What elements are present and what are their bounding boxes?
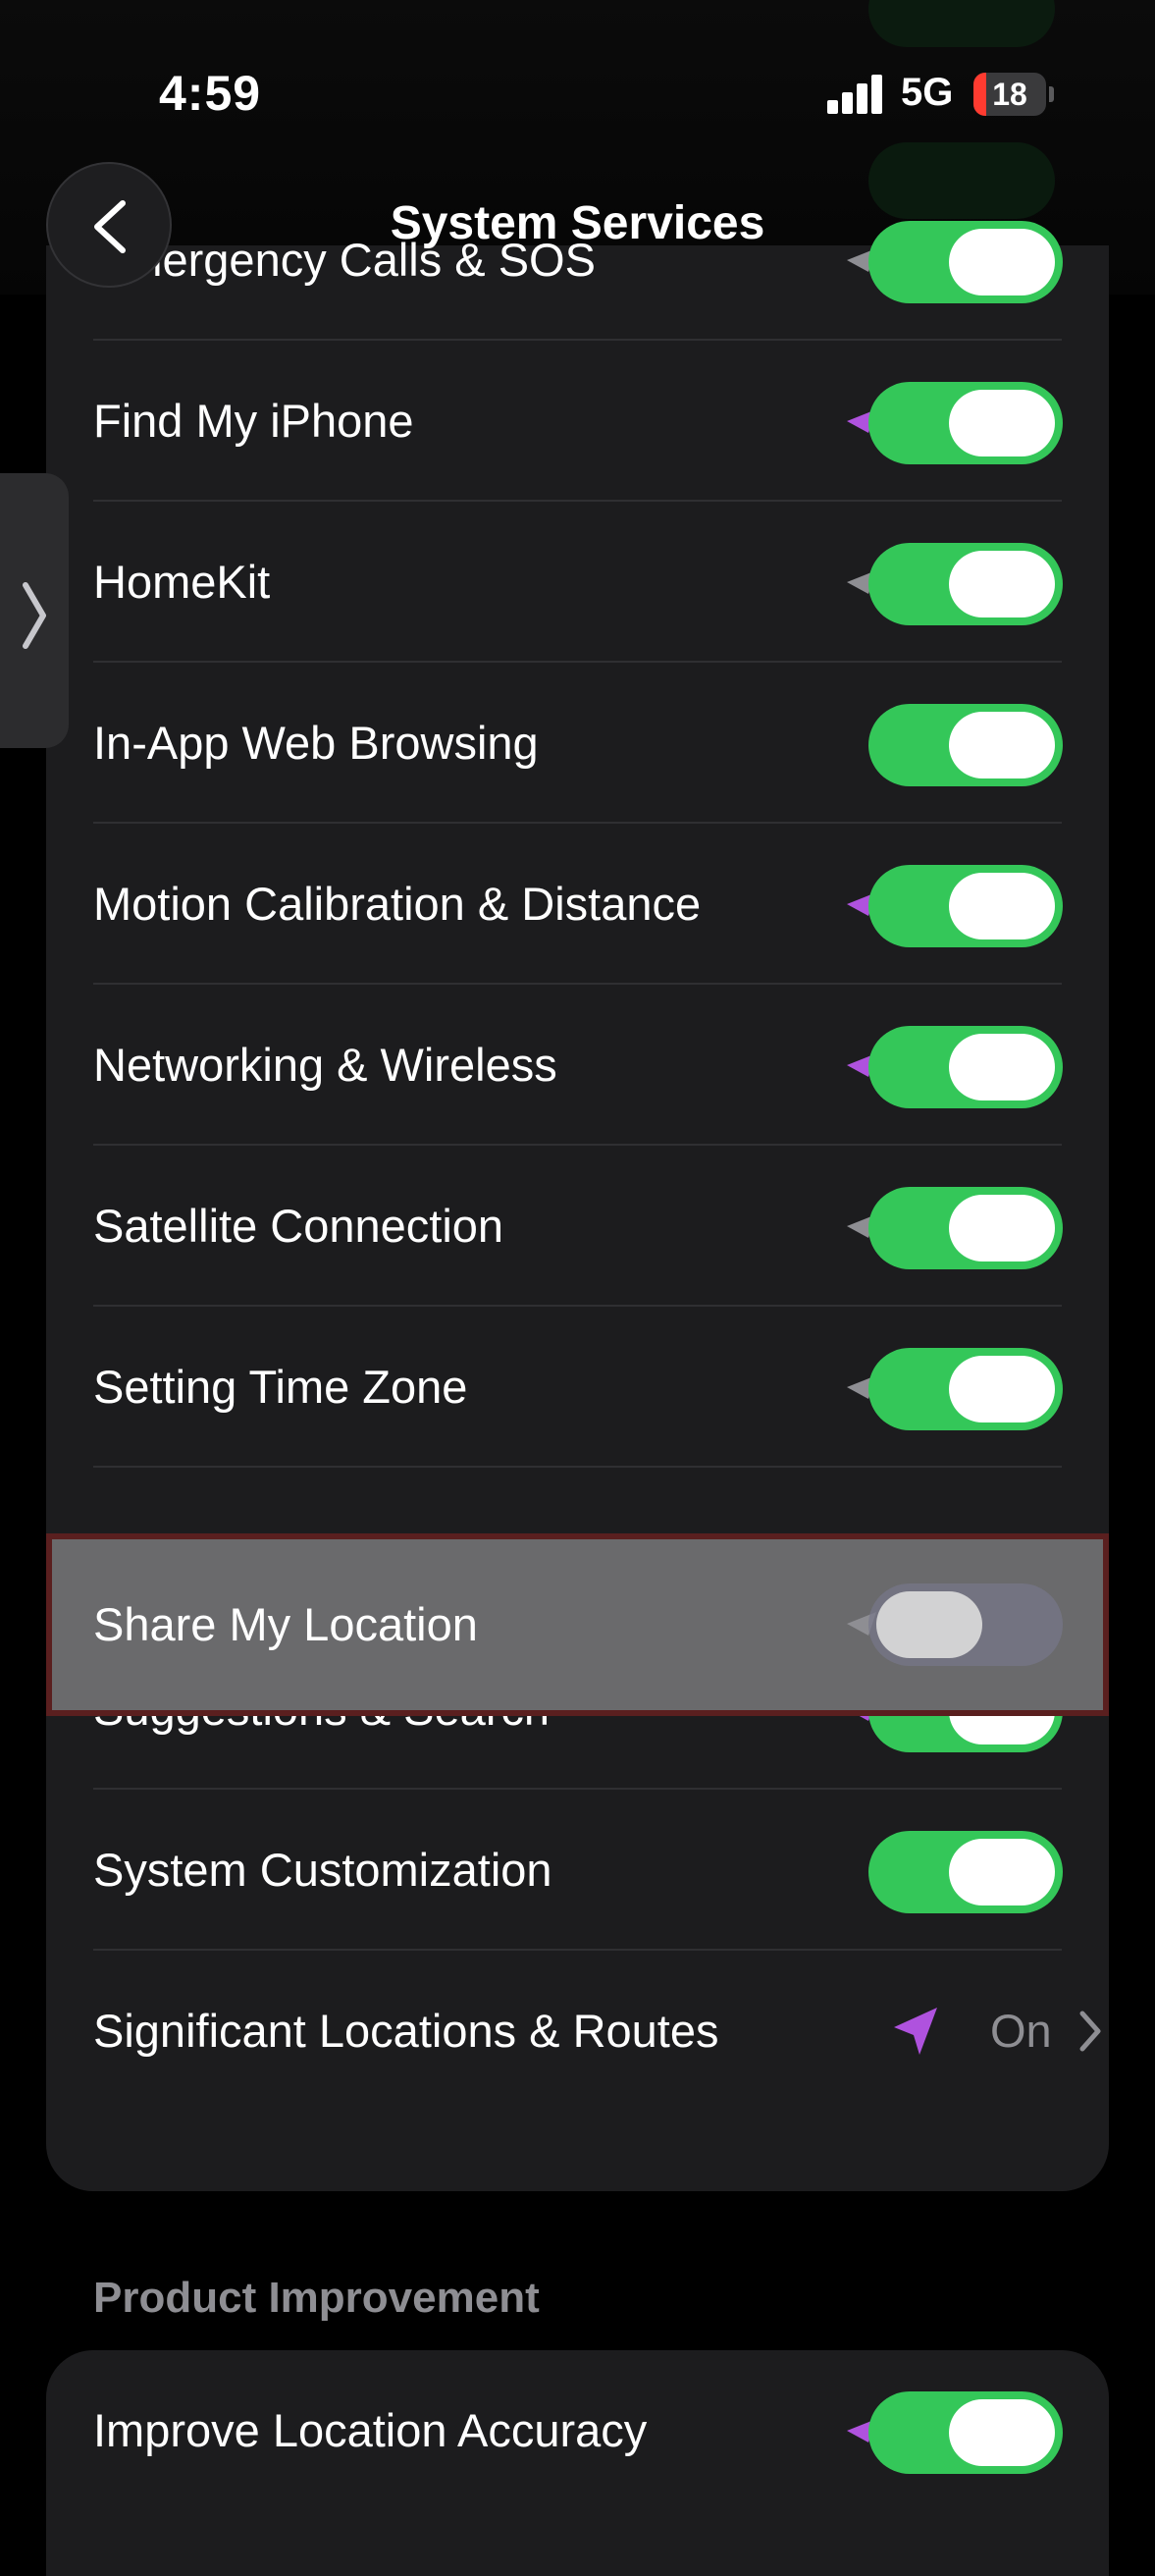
page-title: System Services	[390, 197, 765, 249]
row-label: Motion Calibration & Distance	[93, 878, 702, 930]
toggle-knob	[949, 1356, 1055, 1422]
chevron-right-icon	[23, 582, 46, 649]
toggle-knob	[949, 2399, 1055, 2466]
row-label: Setting Time Zone	[93, 1361, 468, 1413]
back-button[interactable]	[46, 162, 172, 288]
chevron-right-icon	[1079, 2011, 1101, 2052]
toggle-in-app-web-browsing[interactable]	[868, 704, 1063, 786]
toggle-networking-and-wireless[interactable]	[868, 1026, 1063, 1108]
row-label: HomeKit	[93, 556, 271, 608]
signal-icon	[827, 75, 884, 114]
row-label: Find My iPhone	[93, 395, 414, 447]
toggle-satellite-connection[interactable]	[868, 1187, 1063, 1269]
battery-icon: 18	[973, 73, 1046, 116]
system-services-list: Emergency Calls & SOS Find My iPhone HomeK…	[46, 221, 1109, 2191]
row-label: In-App Web Browsing	[93, 717, 539, 769]
row-label: Improve Location Accuracy	[93, 2404, 648, 2456]
toggle-system-customization[interactable]	[868, 1831, 1063, 1913]
status-time: 4:59	[159, 66, 262, 121]
toggle-knob	[949, 1195, 1055, 1261]
row-label: System Customization	[93, 1844, 552, 1896]
chevron-left-icon	[94, 200, 126, 253]
row-separator	[93, 1466, 1062, 1468]
row-value: On	[990, 2005, 1052, 2057]
toggle-improve-location-accuracy[interactable]	[868, 2391, 1063, 2474]
toggle-knob	[876, 1591, 982, 1658]
toggle-knob	[949, 229, 1055, 295]
toggle-knob	[949, 1839, 1055, 1905]
toggle-find-my-iphone[interactable]	[868, 382, 1063, 464]
toggle-knob	[949, 712, 1055, 778]
battery-nub	[1049, 86, 1054, 102]
row-share-my-location-highlighted[interactable]: Share My Location	[46, 1533, 1109, 1716]
toggle-knob	[949, 873, 1055, 939]
row-satellite-connection[interactable]: Satellite Connection	[46, 1146, 1109, 1307]
section-header-product-improvement: Product Improvement	[93, 2274, 540, 2322]
toggle-setting-time-zone[interactable]	[868, 1348, 1063, 1430]
row-label: Networking & Wireless	[93, 1039, 557, 1091]
network-type: 5G	[901, 71, 954, 114]
side-panel-handle[interactable]	[0, 473, 69, 748]
row-significant-locations-and-routes[interactable]: Significant Locations & Routes On	[46, 1951, 1109, 2112]
row-label: Share My Location	[93, 1598, 478, 1650]
toggle-knob	[949, 390, 1055, 456]
row-homekit[interactable]: HomeKit	[46, 502, 1109, 663]
row-label: Significant Locations & Routes	[93, 2005, 719, 2057]
toggle-emergency-calls-and-sos[interactable]	[868, 221, 1063, 303]
row-system-customization[interactable]: System Customization	[46, 1790, 1109, 1951]
battery-percent: 18	[992, 77, 1027, 112]
row-motion-calibration-and-distance[interactable]: Motion Calibration & Distance	[46, 824, 1109, 985]
toggle-homekit[interactable]	[868, 543, 1063, 625]
product-improvement-list: Improve Location Accuracy	[46, 2350, 1109, 2576]
toggle-share-my-location[interactable]	[868, 1583, 1063, 1666]
row-improve-location-accuracy[interactable]: Improve Location Accuracy	[46, 2350, 1109, 2511]
toggle-knob	[949, 1034, 1055, 1100]
status-bar: 4:59 5G 18	[0, 0, 1155, 187]
toggle-motion-calibration-and-distance[interactable]	[868, 865, 1063, 947]
row-networking-and-wireless[interactable]: Networking & Wireless	[46, 985, 1109, 1146]
location-arrow-icon	[894, 2008, 937, 2055]
row-label: Satellite Connection	[93, 1200, 504, 1252]
row-find-my-iphone[interactable]: Find My iPhone	[46, 341, 1109, 502]
row-setting-time-zone[interactable]: Setting Time Zone	[46, 1307, 1109, 1468]
toggle-knob	[949, 551, 1055, 617]
row-in-app-web-browsing[interactable]: In-App Web Browsing	[46, 663, 1109, 824]
